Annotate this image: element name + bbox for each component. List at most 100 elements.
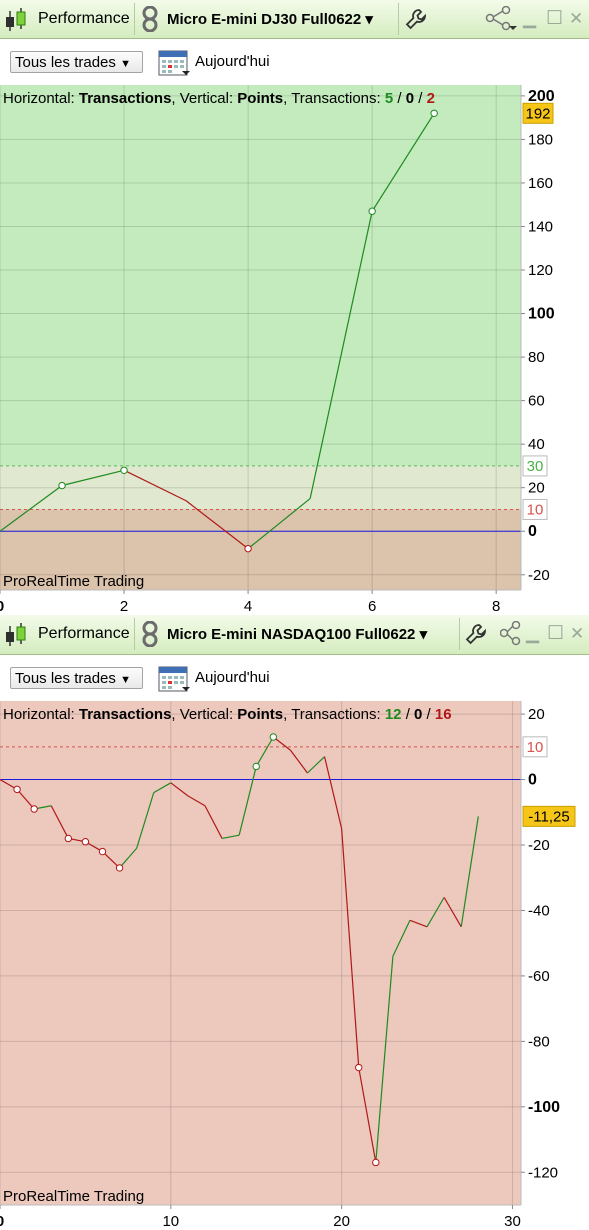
- y-tick-label: 20: [528, 706, 545, 723]
- losing-trades-count: 16: [435, 706, 452, 723]
- watermark: ProRealTime Trading: [3, 1188, 144, 1205]
- winning-trades-count: 12: [385, 706, 402, 723]
- close-icon[interactable]: ✕: [569, 9, 583, 29]
- instrument-selector[interactable]: Micro E-mini NASDAQ100 Full0622 ▾: [167, 625, 427, 643]
- info-slash: /: [393, 90, 406, 107]
- y-tick-label: 40: [528, 436, 545, 453]
- trade-point: [269, 733, 278, 741]
- y-tick-label: 0: [528, 772, 537, 789]
- equity-curve-chart[interactable]: 20 0 -20 -40 -60 -80 -100 -120 0 10 20 30 10 -11,25 Ho…: [0, 701, 589, 1230]
- minimize-icon[interactable]: ▁: [523, 9, 536, 29]
- instrument-name: Micro E-mini NASDAQ100 Full0622: [167, 626, 416, 643]
- x-tick-label: 30: [504, 1213, 521, 1230]
- separator: [134, 618, 135, 650]
- upper-level-label: 10: [527, 739, 544, 756]
- info-t-label: , Transactions:: [283, 706, 385, 723]
- maximize-icon[interactable]: ☐: [546, 7, 563, 30]
- x-tick-label: 6: [368, 598, 376, 615]
- loss-zone: [0, 701, 521, 1205]
- trade-filter-dropdown[interactable]: Tous les trades ▼: [10, 667, 143, 689]
- instrument-selector[interactable]: Micro E-mini DJ30 Full0622 ▾: [167, 10, 373, 28]
- trade-point: [368, 207, 376, 215]
- y-tick-label: 0: [528, 523, 537, 540]
- y-tick-label: -100: [528, 1099, 560, 1116]
- instrument-name: Micro E-mini DJ30 Full0622: [167, 11, 362, 28]
- chart-info-line: Horizontal: Transactions, Vertical: Poin…: [3, 706, 452, 723]
- y-tick-label: 100: [528, 306, 555, 323]
- wrench-settings-icon[interactable]: [405, 8, 427, 30]
- upper-level-label: 30: [527, 458, 544, 475]
- last-value-label: 192: [525, 105, 550, 122]
- info-v-label: , Vertical:: [171, 90, 237, 107]
- last-value-label: -11,25: [528, 808, 569, 825]
- panel-toolbar: Tous les trades ▼ Aujourd'hui: [0, 655, 589, 701]
- info-v-label: , Vertical:: [171, 706, 237, 723]
- y-tick-label: 160: [528, 175, 553, 192]
- trade-point: [355, 1063, 363, 1072]
- calendar-icon[interactable]: [158, 47, 190, 77]
- x-tick-label: 8: [492, 598, 500, 615]
- y-tick-label: 180: [528, 131, 553, 148]
- separator: [398, 3, 399, 35]
- info-h-value: Transactions: [79, 90, 172, 107]
- panel-title: Performance: [38, 625, 130, 642]
- candlestick-logo-icon: [6, 8, 26, 31]
- y-tick-label: -20: [528, 567, 550, 584]
- link-chain-icon[interactable]: [141, 6, 159, 32]
- info-h-label: Horizontal:: [3, 706, 79, 723]
- equity-curve-chart[interactable]: 200180160140120100806040200-200246819230…: [0, 85, 589, 615]
- neutral-trades-count: 0: [406, 90, 414, 107]
- separator: [459, 618, 460, 650]
- wrench-settings-icon[interactable]: [465, 623, 487, 645]
- info-h-label: Horizontal:: [3, 90, 79, 107]
- x-tick-label: 0: [0, 598, 4, 615]
- info-v-value: Points: [237, 90, 283, 107]
- y-tick-label: -80: [528, 1033, 550, 1050]
- lower-level-label: 10: [527, 501, 544, 518]
- y-tick-label: -60: [528, 968, 550, 985]
- chart-svg: 200180160140120100806040200-200246819230…: [0, 85, 589, 615]
- dropdown-arrow-icon: ▼: [120, 58, 131, 70]
- trade-point: [430, 109, 438, 117]
- y-tick-label: -40: [528, 902, 550, 919]
- y-tick-label: 60: [528, 393, 545, 410]
- neutral-trades-count: 0: [414, 706, 422, 723]
- trade-filter-dropdown[interactable]: Tous les trades ▼: [10, 51, 143, 73]
- link-chain-icon[interactable]: [141, 621, 159, 647]
- x-tick-label: 4: [244, 598, 252, 615]
- performance-panel-nasdaq100: Performance Micro E-mini NASDAQ100 Full0…: [0, 615, 589, 1230]
- info-h-value: Transactions: [79, 706, 172, 723]
- y-tick-label: -20: [528, 837, 550, 854]
- date-range-label[interactable]: Aujourd'hui: [195, 53, 270, 70]
- info-slash: /: [422, 706, 435, 723]
- trade-point: [244, 544, 252, 553]
- trade-point: [30, 805, 38, 813]
- share-icon[interactable]: [500, 621, 522, 647]
- maximize-icon[interactable]: ☐: [547, 622, 564, 645]
- trade-point: [120, 466, 128, 474]
- info-slash: /: [402, 706, 415, 723]
- trade-point: [64, 834, 73, 843]
- share-icon[interactable]: [484, 6, 518, 32]
- panel-title-bar: Performance Micro E-mini DJ30 Full0622 ▾…: [0, 0, 589, 39]
- chevron-down-icon: ▾: [419, 626, 428, 643]
- y-tick-label: 200: [528, 88, 555, 105]
- date-range-label[interactable]: Aujourd'hui: [195, 669, 270, 686]
- info-t-label: , Transactions:: [283, 90, 385, 107]
- x-tick-label: 0: [0, 1213, 4, 1230]
- chevron-down-icon: ▾: [365, 11, 373, 28]
- losing-trades-count: 2: [427, 90, 435, 107]
- chart-info-line: Horizontal: Transactions, Vertical: Poin…: [3, 90, 435, 107]
- info-slash: /: [414, 90, 427, 107]
- dropdown-arrow-icon: ▼: [120, 674, 131, 686]
- x-tick-label: 10: [162, 1213, 179, 1230]
- close-icon[interactable]: ✕: [570, 624, 584, 644]
- minimize-icon[interactable]: ▁: [526, 624, 539, 644]
- calendar-icon[interactable]: [158, 663, 190, 693]
- separator: [134, 3, 135, 35]
- y-tick-label: 120: [528, 262, 553, 279]
- profit-zone: [0, 85, 521, 466]
- y-tick-label: -120: [528, 1164, 558, 1181]
- trade-point: [372, 1158, 380, 1167]
- trade-point: [13, 785, 21, 794]
